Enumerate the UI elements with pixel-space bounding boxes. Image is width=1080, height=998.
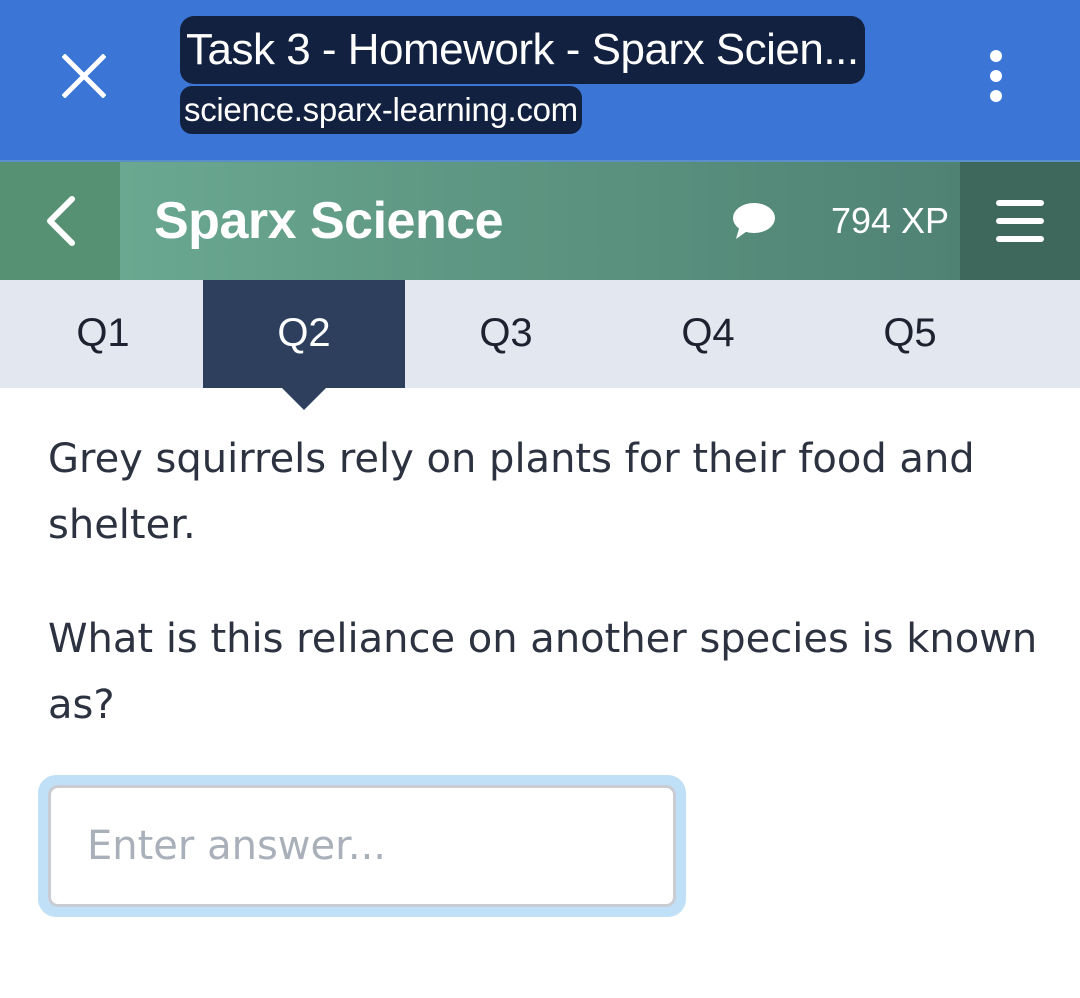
- menu-button[interactable]: [960, 162, 1080, 280]
- app-header: Sparx Science 794 XP: [0, 160, 1080, 280]
- tab-q1[interactable]: Q1: [2, 280, 204, 388]
- more-vert-icon: [990, 50, 1002, 62]
- answer-input[interactable]: [48, 785, 676, 907]
- more-vert-icon-dot: [990, 70, 1002, 82]
- app-title: Sparx Science: [154, 192, 504, 250]
- browser-url[interactable]: science.sparx-learning.com: [180, 86, 582, 134]
- tab-q5[interactable]: Q5: [809, 280, 1011, 388]
- close-icon: [62, 54, 106, 98]
- tab-q3[interactable]: Q3: [405, 280, 607, 388]
- answer-field-container: [38, 775, 686, 917]
- active-tab-pointer: [282, 388, 326, 410]
- chevron-left-icon: [47, 196, 75, 246]
- question-tabs: Q1 Q2 Q3 Q4 Q5: [0, 280, 1080, 388]
- tab-q2[interactable]: Q2: [203, 280, 405, 388]
- question-intro: Grey squirrels rely on plants for their …: [48, 436, 975, 548]
- hamburger-menu-icon: [996, 200, 1044, 242]
- tab-q4[interactable]: Q4: [607, 280, 809, 388]
- chat-bubble-icon: [733, 203, 775, 239]
- chat-button[interactable]: [722, 192, 784, 250]
- back-button[interactable]: [0, 162, 120, 280]
- close-button[interactable]: [48, 40, 120, 112]
- more-vert-icon-dot: [990, 90, 1002, 102]
- browser-page-title: Task 3 - Homework - Sparx Scien...: [180, 16, 865, 84]
- more-options-button[interactable]: [966, 44, 1026, 108]
- question-prompt: What is this reliance on another species…: [48, 616, 1038, 728]
- browser-top-bar: Task 3 - Homework - Sparx Scien... scien…: [0, 0, 1080, 160]
- xp-counter: 794 XP: [830, 200, 950, 241]
